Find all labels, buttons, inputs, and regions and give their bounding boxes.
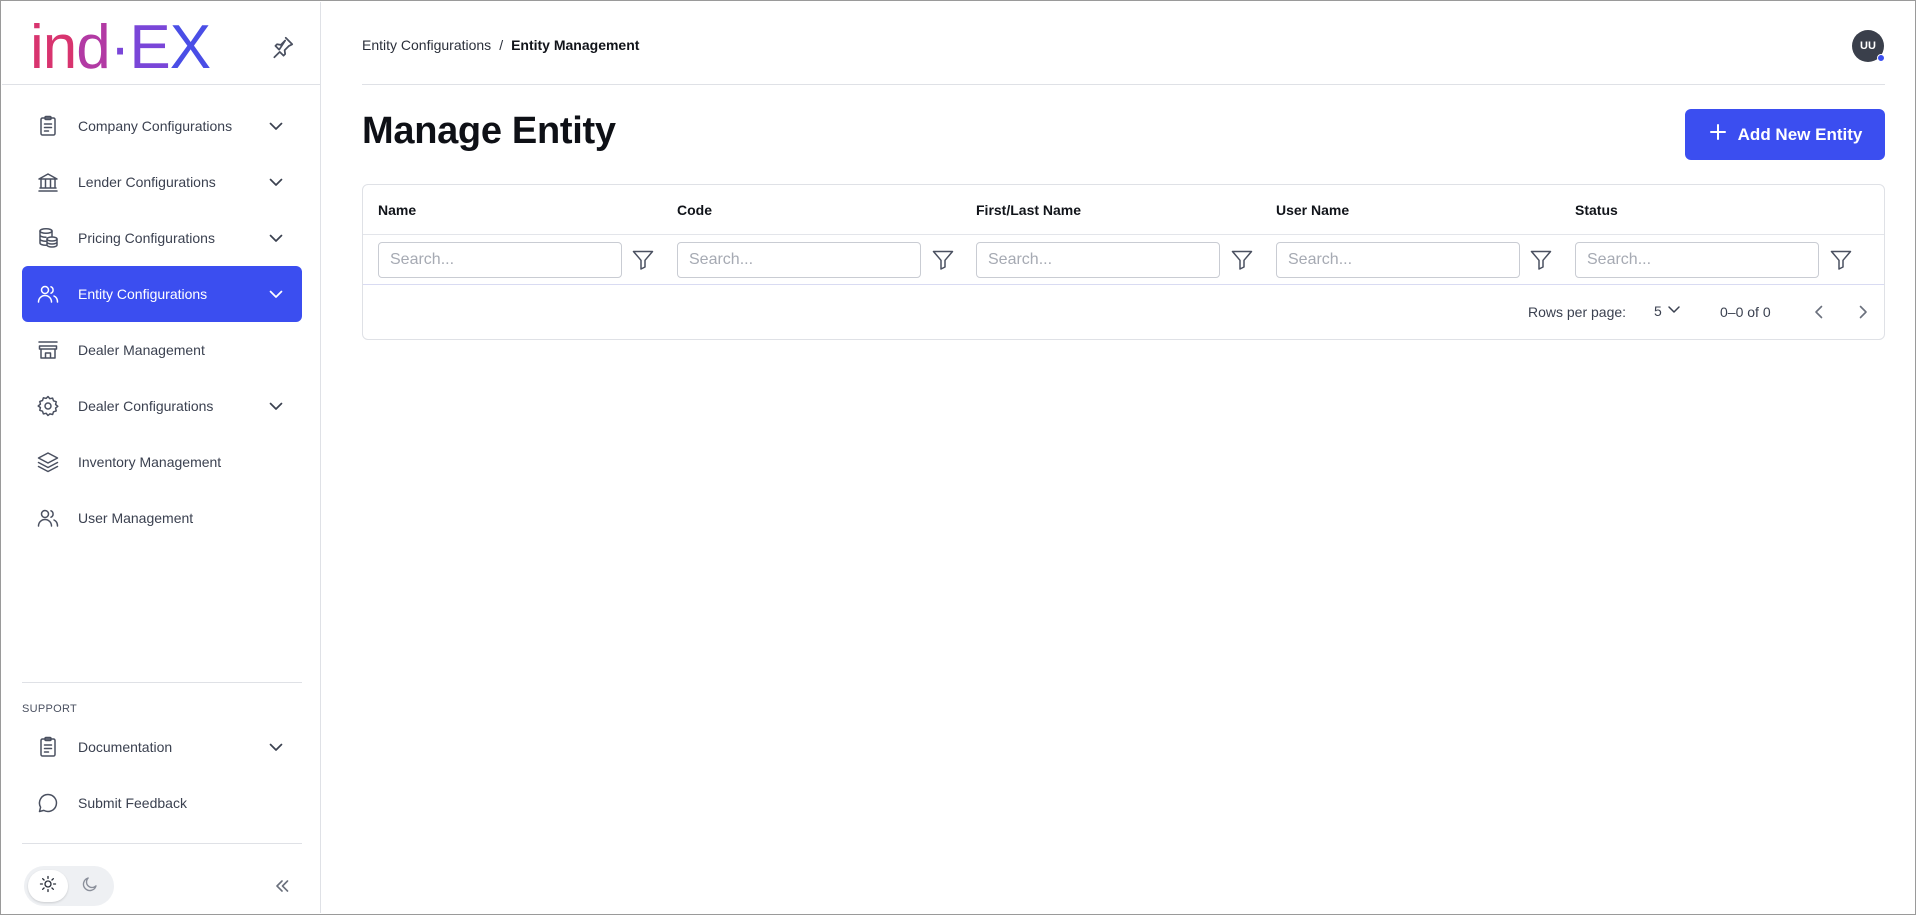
sidebar-item-dealer-management[interactable]: Dealer Management <box>22 322 302 378</box>
clipboard-icon <box>36 114 60 138</box>
sidebar-item-entity-configurations[interactable]: Entity Configurations <box>22 266 302 322</box>
filter-icon[interactable] <box>931 248 955 272</box>
sidebar-item-pricing-configurations[interactable]: Pricing Configurations <box>22 210 302 266</box>
previous-page-icon[interactable] <box>1807 300 1831 324</box>
sidebar-item-dealer-configurations[interactable]: Dealer Configurations <box>22 378 302 434</box>
sidebar-item-user-management[interactable]: User Management <box>22 490 302 546</box>
index-logo: ind·EX <box>30 17 211 79</box>
divider <box>22 682 302 683</box>
entity-table: Name Code First/Last Name User Name Stat… <box>362 184 1885 340</box>
filter-icon[interactable] <box>631 248 655 272</box>
pin-sidebar-icon[interactable] <box>270 34 296 60</box>
chat-bubble-icon <box>36 791 60 815</box>
app-window: ind·EX Company Configurations Lender Con… <box>0 0 1916 915</box>
sidebar-item-label: Inventory Management <box>78 454 222 470</box>
sidebar-item-inventory-management[interactable]: Inventory Management <box>22 434 302 490</box>
rows-per-page-value: 5 <box>1654 302 1662 319</box>
sidebar-item-documentation[interactable]: Documentation <box>22 719 302 775</box>
sidebar-item-label: Documentation <box>78 739 173 755</box>
sidebar-item-label: Dealer Configurations <box>78 398 214 414</box>
logo-text-part: d <box>76 13 110 82</box>
chevron-down-icon <box>268 739 284 755</box>
chevron-down-icon <box>268 174 284 190</box>
table-header: Name Code First/Last Name User Name Stat… <box>363 185 1884 235</box>
breadcrumb-separator: / <box>499 37 504 53</box>
sidebar-item-label: Lender Configurations <box>78 174 216 190</box>
store-icon <box>36 338 60 362</box>
plus-icon <box>1708 122 1728 147</box>
sidebar: ind·EX Company Configurations Lender Con… <box>2 2 321 913</box>
column-header-user-name[interactable]: User Name <box>1276 185 1349 235</box>
column-header-status[interactable]: Status <box>1575 185 1618 235</box>
sidebar-item-label: Submit Feedback <box>78 795 187 811</box>
users-icon <box>36 506 60 530</box>
gear-icon <box>36 394 60 418</box>
column-header-name[interactable]: Name <box>378 185 416 235</box>
support-nav: Documentation Submit Feedback <box>22 719 302 831</box>
moon-icon <box>81 875 99 898</box>
chevron-down-icon <box>1666 301 1682 320</box>
sidebar-nav: Company Configurations Lender Configurat… <box>22 98 302 546</box>
divider <box>22 843 302 844</box>
table-pagination: Rows per page: 5 0–0 of 0 <box>363 285 1884 339</box>
chevron-down-icon <box>268 398 284 414</box>
theme-toggle <box>24 866 114 906</box>
sidebar-item-submit-feedback[interactable]: Submit Feedback <box>22 775 302 831</box>
breadcrumb: Entity Configurations / Entity Managemen… <box>362 37 639 53</box>
add-button-label: Add New Entity <box>1737 124 1863 144</box>
filter-icon[interactable] <box>1230 248 1254 272</box>
column-header-code[interactable]: Code <box>677 185 712 235</box>
logo-text-part: X <box>169 13 211 82</box>
filter-icon[interactable] <box>1829 248 1853 272</box>
rows-per-page-label: Rows per page: <box>1528 304 1627 320</box>
user-name-search-input[interactable] <box>1276 242 1520 278</box>
rows-per-page-select[interactable]: 5 <box>1654 301 1682 320</box>
sidebar-item-label: Dealer Management <box>78 342 205 358</box>
main-content: Entity Configurations / Entity Managemen… <box>322 2 1915 913</box>
logo-text-part: ·E <box>109 13 171 82</box>
column-header-first-last-name[interactable]: First/Last Name <box>976 185 1081 235</box>
online-status-dot <box>1877 54 1885 62</box>
name-search-input[interactable] <box>378 242 622 278</box>
users-icon <box>36 282 60 306</box>
breadcrumb-link-entity-configurations[interactable]: Entity Configurations <box>362 37 491 53</box>
add-new-entity-button[interactable]: Add New Entity <box>1685 109 1885 160</box>
light-mode-button[interactable] <box>28 870 68 902</box>
chevron-down-icon <box>268 118 284 134</box>
support-section-label: SUPPORT <box>22 703 78 715</box>
sidebar-item-label: User Management <box>78 510 194 526</box>
filter-row <box>363 235 1884 285</box>
sidebar-item-label: Entity Configurations <box>78 286 208 302</box>
first-last-name-search-input[interactable] <box>976 242 1220 278</box>
sun-icon <box>39 875 57 898</box>
chevron-down-icon <box>268 286 284 302</box>
layers-icon <box>36 450 60 474</box>
code-search-input[interactable] <box>677 242 921 278</box>
sidebar-item-lender-configurations[interactable]: Lender Configurations <box>22 154 302 210</box>
coins-icon <box>36 226 60 250</box>
logo-text-part: in <box>30 13 77 82</box>
breadcrumb-current: Entity Management <box>511 37 640 53</box>
clipboard-icon <box>36 735 60 759</box>
collapse-sidebar-icon[interactable] <box>272 876 292 896</box>
divider <box>2 84 321 85</box>
next-page-icon[interactable] <box>1851 300 1875 324</box>
sidebar-item-label: Pricing Configurations <box>78 230 215 246</box>
chevron-down-icon <box>268 230 284 246</box>
sidebar-item-company-configurations[interactable]: Company Configurations <box>22 98 302 154</box>
dark-mode-button[interactable] <box>70 870 110 902</box>
filter-icon[interactable] <box>1529 248 1553 272</box>
pagination-range: 0–0 of 0 <box>1720 304 1771 320</box>
page-title: Manage Entity <box>362 110 616 152</box>
status-search-input[interactable] <box>1575 242 1819 278</box>
divider <box>362 84 1885 85</box>
sidebar-item-label: Company Configurations <box>78 118 233 134</box>
bank-icon <box>36 170 60 194</box>
